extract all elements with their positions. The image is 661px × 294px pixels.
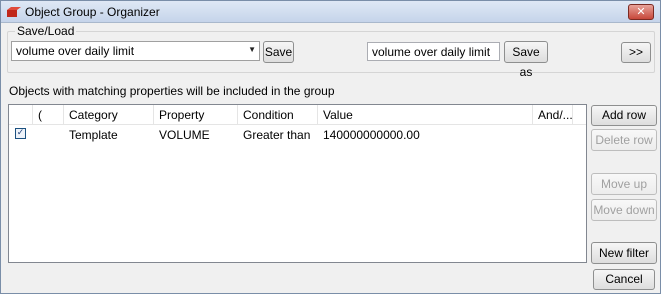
new-filter-button[interactable]: New filter — [591, 242, 657, 264]
save-as-button[interactable]: Save as — [504, 41, 548, 79]
red-folder-icon — [7, 7, 21, 17]
cell-category[interactable]: Template — [64, 126, 154, 144]
chevron-down-icon[interactable]: ▼ — [248, 45, 256, 54]
column-condition[interactable]: Condition — [238, 105, 318, 125]
cell-and-or[interactable] — [533, 126, 573, 144]
column-property[interactable]: Property — [154, 105, 238, 125]
title-bar[interactable]: Object Group - Organizer ✕ — [1, 1, 660, 23]
move-up-button[interactable]: Move up — [591, 173, 657, 195]
cancel-button[interactable]: Cancel — [593, 269, 655, 290]
save-button[interactable]: Save — [263, 41, 294, 63]
column-category[interactable]: Category — [64, 105, 154, 125]
filter-table[interactable]: ( Category Property Condition Value And/… — [8, 104, 587, 263]
column-value[interactable]: Value — [318, 105, 533, 125]
cell-paren[interactable] — [33, 126, 64, 144]
save-load-label: Save/Load — [15, 24, 77, 38]
column-paren[interactable]: ( — [33, 105, 64, 125]
cell-condition[interactable]: Greater than — [238, 126, 318, 144]
cell-property[interactable]: VOLUME — [154, 126, 238, 144]
move-down-button[interactable]: Move down — [591, 199, 657, 221]
saved-group-select[interactable]: volume over daily limit ▼ — [11, 41, 260, 61]
table-header: ( Category Property Condition Value And/… — [9, 105, 586, 125]
organizer-window: Object Group - Organizer ✕ Save/Load vol… — [0, 0, 661, 294]
info-text: Objects with matching properties will be… — [9, 84, 335, 98]
add-row-button[interactable]: Add row — [591, 105, 657, 126]
saved-group-select-value: volume over daily limit — [16, 44, 135, 58]
column-and-or[interactable]: And/... — [533, 105, 573, 125]
expand-button[interactable]: >> — [621, 42, 651, 63]
column-checkbox — [9, 105, 33, 125]
cell-value[interactable]: 140000000000.00 — [318, 126, 533, 144]
delete-row-button[interactable]: Delete row — [591, 129, 657, 151]
close-button[interactable]: ✕ — [628, 4, 654, 20]
check-icon[interactable]: ✓ — [15, 128, 26, 139]
group-name-input[interactable]: volume over daily limit — [367, 42, 500, 61]
window-title: Object Group - Organizer — [25, 5, 160, 19]
